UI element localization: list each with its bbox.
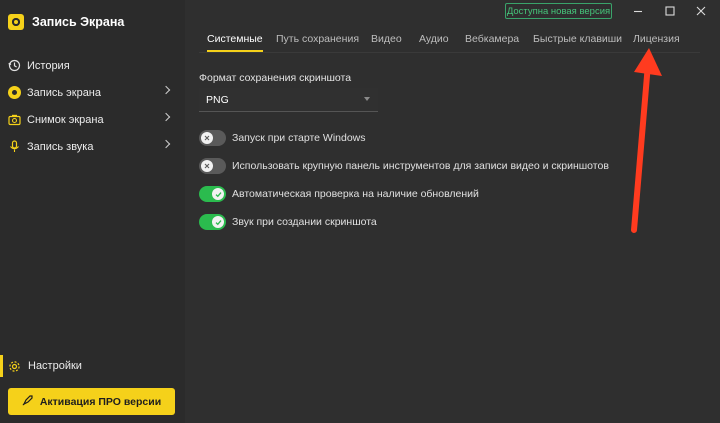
- sidebar-nav: История Запись экрана Снимок экрана Запи…: [0, 52, 185, 160]
- sidebar-item-label: Запись экрана: [27, 86, 102, 99]
- screenshot-format-label: Формат сохранения скриншота: [199, 72, 352, 84]
- tab-audio[interactable]: Аудио: [419, 33, 449, 45]
- sidebar-item-label: Настройки: [28, 360, 82, 372]
- app-logo-icon: [8, 14, 24, 30]
- sidebar-item-screen-record[interactable]: Запись экрана: [0, 79, 185, 106]
- auto-update-toggle[interactable]: [199, 186, 226, 202]
- chevron-right-icon: [161, 112, 171, 122]
- tab-license[interactable]: Лицензия: [633, 33, 680, 45]
- rocket-icon: [22, 394, 34, 409]
- screenshot-format-select[interactable]: PNG: [199, 88, 378, 112]
- toggle-off-x-icon: [201, 160, 213, 172]
- chevron-right-icon: [161, 85, 171, 95]
- gear-icon: [8, 360, 21, 373]
- record-icon: [8, 86, 21, 99]
- autostart-label: Запуск при старте Windows: [232, 132, 366, 144]
- app-brand: Запись Экрана: [8, 14, 124, 30]
- activate-pro-label: Активация ПРО версии: [39, 395, 162, 408]
- sidebar-item-screenshot[interactable]: Снимок экрана: [0, 106, 185, 133]
- camera-icon: [8, 113, 21, 126]
- sidebar-item-audio-record[interactable]: Запись звука: [0, 133, 185, 160]
- tab-system[interactable]: Системные: [207, 33, 263, 52]
- chevron-right-icon: [161, 139, 171, 149]
- sidebar-item-label: История: [27, 59, 70, 72]
- toggle-row-large-toolbar: Использовать крупную панель инструментов…: [199, 157, 609, 175]
- tab-hotkeys[interactable]: Быстрые клавиши: [533, 33, 622, 45]
- screenshot-sound-toggle[interactable]: [199, 214, 226, 230]
- sidebar-item-label: Запись звука: [27, 140, 94, 153]
- sidebar-item-label: Снимок экрана: [27, 113, 104, 126]
- close-icon[interactable]: [690, 2, 712, 20]
- activate-pro-button[interactable]: Активация ПРО версии: [8, 388, 175, 415]
- tab-webcam[interactable]: Вебкамера: [465, 33, 519, 45]
- tabs-divider: [199, 52, 700, 53]
- screenshot-sound-label: Звук при создании скриншота: [232, 216, 377, 228]
- toggle-row-auto-update: Автоматическая проверка на наличие обнов…: [199, 185, 479, 203]
- sidebar-item-settings[interactable]: Настройки: [0, 353, 185, 379]
- history-icon: [8, 59, 21, 72]
- screenshot-format-value: PNG: [206, 93, 229, 106]
- large-toolbar-toggle[interactable]: [199, 158, 226, 174]
- microphone-icon: [8, 140, 21, 153]
- tab-video[interactable]: Видео: [371, 33, 402, 45]
- autostart-toggle[interactable]: [199, 130, 226, 146]
- toggle-row-autostart: Запуск при старте Windows: [199, 129, 366, 147]
- toggle-off-x-icon: [201, 132, 213, 144]
- sidebar-item-history[interactable]: История: [0, 52, 185, 79]
- sidebar: Запись Экрана История Запись экрана Сним…: [0, 0, 185, 423]
- app-title: Запись Экрана: [32, 15, 125, 29]
- tab-save-path[interactable]: Путь сохранения: [276, 33, 359, 45]
- maximize-icon[interactable]: [659, 2, 681, 20]
- toggle-row-screenshot-sound: Звук при создании скриншота: [199, 213, 377, 231]
- update-available-badge[interactable]: Доступна новая версия: [505, 3, 612, 19]
- large-toolbar-label: Использовать крупную панель инструментов…: [232, 160, 609, 172]
- minimize-icon[interactable]: [627, 2, 649, 20]
- toggle-on-check-icon: [212, 216, 224, 228]
- auto-update-label: Автоматическая проверка на наличие обнов…: [232, 188, 479, 200]
- toggle-on-check-icon: [212, 188, 224, 200]
- dropdown-arrow-icon: [364, 97, 370, 101]
